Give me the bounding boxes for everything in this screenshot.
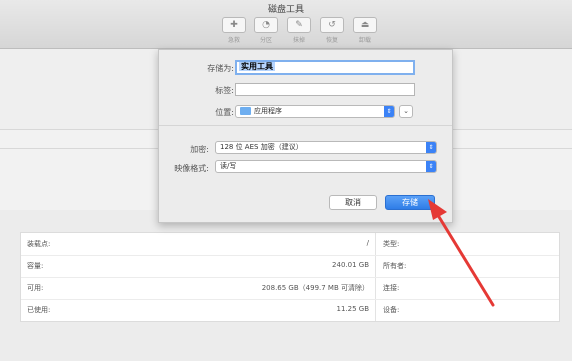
annotation-arrow-icon <box>428 199 495 307</box>
